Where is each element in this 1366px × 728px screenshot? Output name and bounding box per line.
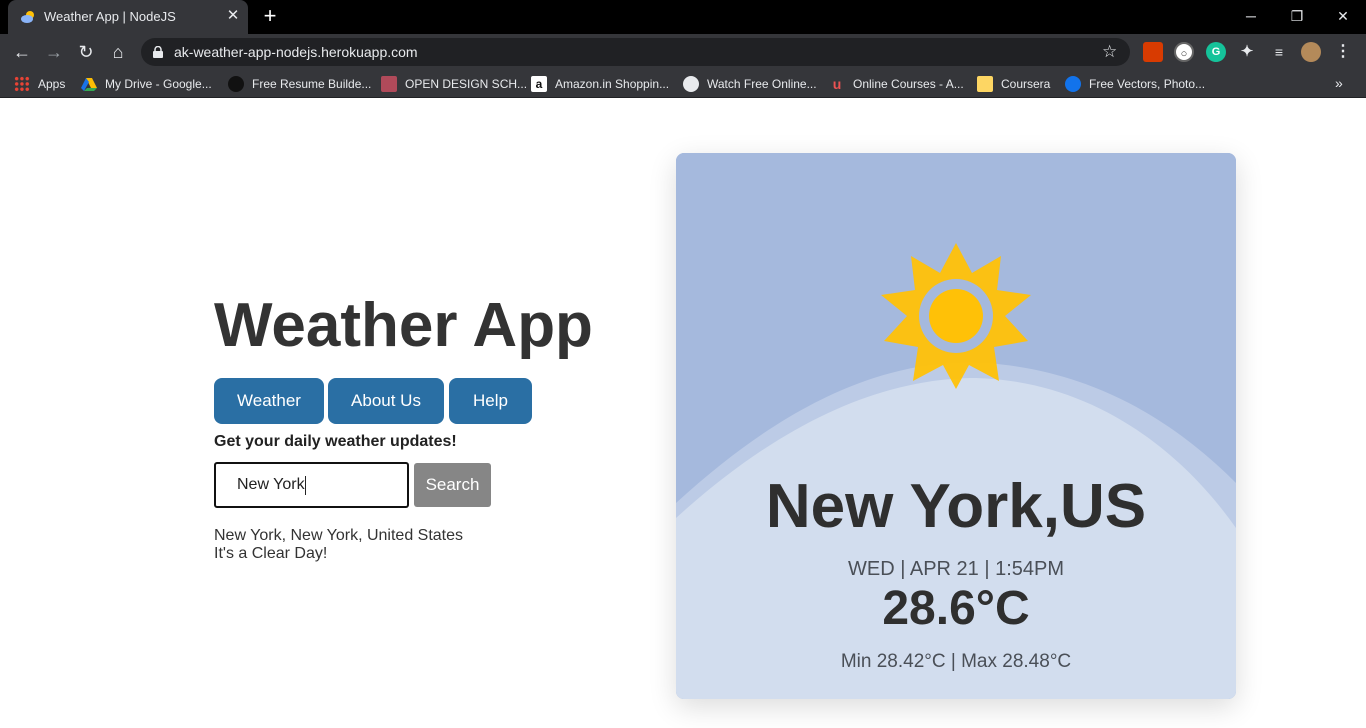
puzzle-extensions-icon[interactable]: ✦ bbox=[1237, 42, 1257, 62]
weather-card: New York,US WED | APR 21 | 1:54PM 28.6°C… bbox=[676, 153, 1236, 699]
address-bar[interactable]: ak-weather-app-nodejs.herokuapp.com ☆ bbox=[141, 38, 1130, 66]
home-icon[interactable]: ⌂ bbox=[106, 40, 130, 64]
weather-app-page: Weather App Weather About Us Help Get yo… bbox=[0, 103, 1366, 728]
bookmark-watch-free[interactable]: Watch Free Online... bbox=[683, 75, 817, 93]
media-queue-icon[interactable]: ≡ bbox=[1269, 42, 1289, 62]
app-title: Weather App bbox=[214, 291, 593, 360]
lock-icon bbox=[153, 46, 163, 58]
close-window-icon[interactable]: ✕ bbox=[1331, 5, 1355, 27]
bookmark-resume-builder[interactable]: Free Resume Builde... bbox=[228, 75, 371, 93]
card-temperature: 28.6°C bbox=[882, 582, 1030, 635]
close-tab-icon[interactable]: ✕ bbox=[224, 7, 242, 25]
bookmark-my-drive[interactable]: My Drive - Google... bbox=[81, 75, 212, 93]
grammarly-icon[interactable]: G bbox=[1206, 42, 1226, 62]
udemy-icon: u bbox=[832, 76, 842, 92]
bookmark-apps[interactable]: Apps bbox=[14, 75, 65, 93]
url-text: ak-weather-app-nodejs.herokuapp.com bbox=[174, 44, 418, 60]
folder-icon bbox=[977, 76, 993, 92]
extension-icon[interactable]: ○ bbox=[1174, 42, 1194, 62]
browser-toolbar: ← → ↻ ⌂ ak-weather-app-nodejs.herokuapp.… bbox=[0, 34, 1366, 70]
location-search-input[interactable]: New York bbox=[214, 462, 409, 508]
resume-icon bbox=[228, 76, 244, 92]
google-drive-icon bbox=[81, 78, 97, 91]
menu-kebab-icon[interactable]: ⋮ bbox=[1333, 42, 1353, 62]
card-min-max: Min 28.42°C | Max 28.48°C bbox=[840, 651, 1072, 672]
bookmark-star-icon[interactable]: ☆ bbox=[1102, 41, 1117, 63]
more-bookmarks-icon[interactable]: » bbox=[1335, 75, 1343, 91]
bookmark-free-vectors[interactable]: Free Vectors, Photo... bbox=[1065, 75, 1205, 93]
card-city: New York,US bbox=[765, 472, 1147, 541]
globe-icon bbox=[683, 76, 699, 92]
nav-help-button[interactable]: Help bbox=[449, 378, 532, 424]
bookmarks-bar: Apps My Drive - Google... Free Resume Bu… bbox=[0, 70, 1366, 98]
card-datetime: WED | APR 21 | 1:54PM bbox=[847, 558, 1065, 580]
office-extension-icon[interactable] bbox=[1143, 42, 1163, 62]
search-button[interactable]: Search bbox=[414, 463, 491, 507]
weather-cloud-icon bbox=[21, 11, 34, 23]
result-forecast: It's a Clear Day! bbox=[214, 545, 328, 562]
text-caret bbox=[305, 476, 306, 495]
restore-icon[interactable]: ❐ bbox=[1285, 5, 1309, 27]
forward-icon[interactable]: → bbox=[42, 40, 66, 64]
minimize-icon[interactable]: ─ bbox=[1239, 5, 1263, 27]
amazon-icon: a bbox=[531, 76, 547, 92]
freepik-icon bbox=[1065, 76, 1081, 92]
bookmark-coursera[interactable]: Coursera bbox=[977, 75, 1050, 93]
result-location: New York, New York, United States bbox=[214, 527, 464, 544]
nav-weather-button[interactable]: Weather bbox=[214, 378, 324, 424]
tab-title: Weather App | NodeJS bbox=[44, 9, 176, 24]
nav-about-us-button[interactable]: About Us bbox=[328, 378, 444, 424]
bookmark-online-courses[interactable]: u Online Courses - A... bbox=[829, 75, 964, 93]
profile-avatar[interactable] bbox=[1301, 42, 1321, 62]
browser-tab-strip: Weather App | NodeJS ✕ + ─ ❐ ✕ bbox=[0, 0, 1366, 34]
tagline: Get your daily weather updates! bbox=[214, 433, 457, 450]
bookmark-open-design-school[interactable]: OPEN DESIGN SCH... bbox=[381, 75, 527, 93]
design-school-icon bbox=[381, 76, 397, 92]
bookmark-amazon[interactable]: a Amazon.in Shoppin... bbox=[531, 75, 669, 93]
reload-icon[interactable]: ↻ bbox=[74, 40, 98, 64]
search-input-value: New York bbox=[237, 476, 305, 493]
browser-tab[interactable]: Weather App | NodeJS ✕ bbox=[8, 0, 248, 34]
new-tab-icon[interactable]: + bbox=[259, 5, 281, 27]
apps-grid-icon bbox=[14, 76, 30, 92]
back-icon[interactable]: ← bbox=[10, 40, 34, 64]
